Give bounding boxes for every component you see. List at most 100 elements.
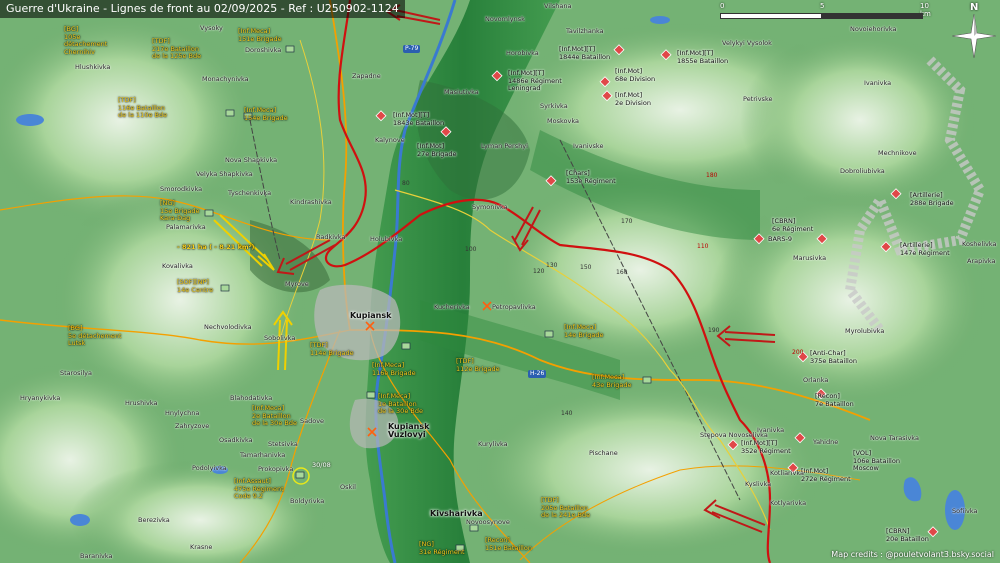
- town-label: Pischane: [589, 449, 618, 457]
- town-label: Kucherivka: [434, 303, 470, 311]
- ru-unit-label: [Inf.Mot][T] 352e Régiment: [741, 439, 791, 455]
- town-label: Oskil: [340, 483, 356, 491]
- town-label: Blahodativka: [230, 394, 273, 402]
- ru-unit-label: [Artillerie] 288e Brigade: [910, 191, 954, 207]
- ua-unit-label: [TDF] 112e Brigade: [456, 357, 500, 373]
- ua-unit-label: [SOF][NP] 14e Centre: [177, 278, 214, 294]
- ru-unit-label: [CBRN] 20e Bataillon: [886, 527, 929, 543]
- town-label-major: Kupiansk Vuzlovyi: [388, 422, 430, 439]
- elevation-label: 110: [697, 243, 709, 250]
- town-label: Marusivka: [793, 254, 827, 262]
- ru-unit-label: [Inf.Mot][T] 1843e Bataillon: [393, 111, 445, 127]
- ru-unit-label: [VOL] 106e Bataillon Moscow: [853, 449, 900, 472]
- ua-unit-label: [Recon] 151e Bataillon: [485, 536, 532, 552]
- town-label: Kotlyarivka: [770, 499, 807, 507]
- town-label: Novoosynove: [466, 518, 510, 526]
- town-label: Starosilya: [60, 369, 92, 377]
- ua-unit-label: [TDF] 205e Bataillon de la 241e Bde: [541, 496, 591, 519]
- ua-unit-label: [Inf.Meca] 151e Brigade: [238, 27, 282, 43]
- town-label: Baranivka: [80, 552, 113, 560]
- town-label: Hryanykivka: [20, 394, 61, 402]
- town-label: Petropavlivka: [492, 303, 536, 311]
- ru-unit-label: [Chars] 153e Régiment: [566, 169, 616, 185]
- front-line-map[interactable]: Guerre d'Ukraine - Lignes de front au 02…: [0, 0, 1000, 563]
- ru-unit-label: BARS-9: [768, 235, 793, 243]
- town-label: Dobroliubivka: [840, 167, 885, 175]
- elevation-label: 180: [706, 172, 718, 179]
- town-label: Smorodkivka: [160, 185, 203, 193]
- elevation-label: 190: [708, 327, 720, 334]
- ua-unit-label: [Inf.Meca] 116e Brigade: [372, 361, 416, 377]
- town-label: Palamarivka: [166, 223, 206, 231]
- town-label: Sadove: [300, 417, 325, 425]
- elevation-label: 80: [402, 180, 410, 187]
- town-label: Mechnikove: [878, 149, 917, 157]
- ua-unit-label: [Inf.Meca] 2e Bataillon de la 30e Bde: [252, 404, 297, 427]
- area-change-note: - 821 ha ( - 8.21 km²): [177, 243, 255, 251]
- elevation-label: 160: [616, 269, 628, 276]
- town-label: Radkivka: [316, 233, 346, 241]
- town-label: Myrove: [285, 280, 309, 288]
- road-h26: H-26: [528, 370, 547, 378]
- ru-unit-label: [Inf.Mot] 272e Régiment: [801, 467, 851, 483]
- scale-label-10: 10 km: [920, 2, 931, 18]
- ru-unit-label: [Artillerie] 147e Régiment: [900, 241, 950, 257]
- town-label: Syrkivka: [540, 102, 568, 110]
- map-credits: Map credits : @pouletvolant3.bsky.social: [831, 550, 994, 559]
- ru-unit-label: [Inf.Mot] 27e Brigade: [417, 142, 457, 158]
- elevation-label: 130: [546, 262, 558, 269]
- town-label: Nova Tarasivka: [870, 434, 919, 442]
- ua-unit-label: [BG] 5e détachement Lutsk: [68, 324, 122, 347]
- town-label: Tavilzhanka: [566, 27, 604, 35]
- town-label: Lyman Pershyi: [481, 142, 528, 150]
- town-label: Orlanka: [803, 376, 829, 384]
- town-label: Boldyrivka: [290, 497, 325, 505]
- town-label: Nechvolodivka: [204, 323, 252, 331]
- town-label: Vysoky: [200, 24, 223, 32]
- town-label: Petrivske: [743, 95, 773, 103]
- ua-unit-label: [NG] 31e Régiment: [419, 540, 465, 556]
- ua-unit-label: [Inf.Meca] 43e Brigade: [592, 373, 632, 389]
- town-label: Kotliarivka: [770, 469, 805, 477]
- town-label: Tamarhanivka: [240, 451, 286, 459]
- ru-unit-label: [Inf.Mot][T] 1844e Bataillon: [559, 45, 611, 61]
- elevation-label: 150: [580, 264, 592, 271]
- ru-unit-label: [Anti-Char] 375e Bataillon: [810, 349, 857, 365]
- road-p79: P-79: [403, 45, 421, 53]
- town-label: Symonivka: [472, 203, 508, 211]
- ua-unit-label: [Inf.Assaut] 475e Régiment Code 9.2: [234, 477, 284, 500]
- town-label: Myrolubivka: [845, 327, 885, 335]
- town-label: Osadkivka: [219, 436, 253, 444]
- ua-unit-label: [TDF] 217e Bataillon de la 125e Bde: [152, 37, 202, 60]
- ua-unit-label: [TDF] 114e Brigade: [310, 341, 354, 357]
- town-label-major: Kivsharivka: [430, 509, 483, 518]
- town-label: Doroshivka: [245, 46, 282, 54]
- compass-rose: N: [952, 2, 996, 58]
- town-label: Stetsivka: [268, 440, 298, 448]
- scale-bar: 0 5 10 km: [720, 2, 942, 22]
- ru-unit-label: [Inf.Mot] 68e Division: [615, 67, 656, 83]
- town-label: Tyschenkivka: [228, 189, 272, 197]
- town-label: Zahryzove: [175, 422, 210, 430]
- town-label: Hrushivka: [125, 399, 158, 407]
- town-label: Kalynove: [375, 136, 405, 144]
- town-label: Novomlynsk: [485, 15, 525, 23]
- town-label: Velykyi Vysolok: [722, 39, 772, 47]
- map-title: Guerre d'Ukraine - Lignes de front au 02…: [0, 0, 405, 18]
- scale-label-5: 5: [820, 2, 825, 10]
- ua-unit-label: [TDF] 116e Bataillon de la 110e Bde: [118, 96, 168, 119]
- town-label: Kyslivka: [745, 480, 772, 488]
- town-label: Koshelivka: [962, 240, 997, 248]
- town-label: Berezivka: [138, 516, 170, 524]
- ru-unit-label: [Inf.Mot] 2e Division: [615, 91, 651, 107]
- town-label: Hlushkivka: [75, 63, 111, 71]
- town-label: Stepova Novoselivka: [700, 431, 768, 439]
- ua-unit-label: [Inf.Meca] 154e Brigade: [244, 106, 288, 122]
- elevation-label: 200: [792, 349, 804, 356]
- town-label: Prokopivka: [258, 465, 294, 473]
- compass-north-label: N: [970, 2, 979, 13]
- town-label: Moskovka: [547, 117, 579, 125]
- scale-label-0: 0: [720, 2, 725, 10]
- ua-unit-label: [NG] 15e Brigade Kara-Dag: [160, 199, 200, 222]
- town-label: Kovalivka: [162, 262, 193, 270]
